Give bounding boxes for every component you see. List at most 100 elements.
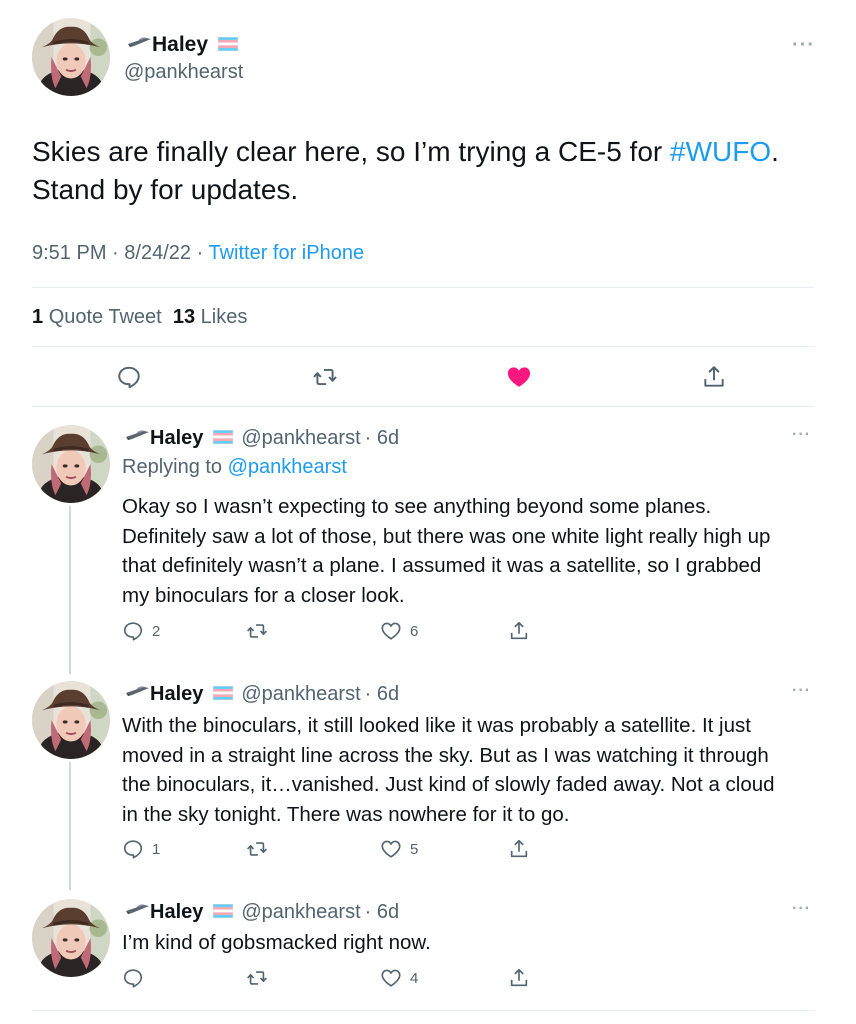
replying-to: Replying to @pankhearst xyxy=(122,456,347,479)
heart-icon xyxy=(380,838,402,860)
trans-flag-icon xyxy=(217,33,239,57)
heart-icon xyxy=(380,967,402,989)
retweet-icon xyxy=(246,620,268,642)
likes-label: Likes xyxy=(200,306,248,328)
reply-author-row: Haley @pankhearst · 6d xyxy=(122,681,399,707)
like-count: 6 xyxy=(410,622,419,640)
quote-tweets-stat[interactable]: 1 Quote Tweet xyxy=(32,306,162,328)
author-handle[interactable]: @pankhearst xyxy=(241,901,360,924)
author-handle[interactable]: @pankhearst xyxy=(241,427,360,450)
reply-text-line: With the binoculars, it still looked lik… xyxy=(122,714,751,737)
retweet-button[interactable] xyxy=(312,364,338,390)
divider xyxy=(32,346,814,347)
author-name[interactable]: Haley xyxy=(152,33,208,57)
divider xyxy=(32,1010,814,1011)
more-icon[interactable]: ··· xyxy=(792,682,811,700)
likes-count: 13 xyxy=(172,306,196,328)
meta-separator: · xyxy=(196,242,204,264)
tweet-text-body: Skies are finally clear here, so I’m try… xyxy=(32,136,671,167)
tweet-meta: 9:51 PM · 8/24/22 · Twitter for iPhone xyxy=(32,242,364,265)
tweet-source[interactable]: Twitter for iPhone xyxy=(208,242,364,264)
reply-button[interactable]: 2 xyxy=(122,620,160,642)
reply-text-line: that definitely wasn’t a plane. I assume… xyxy=(122,554,762,577)
avatar[interactable] xyxy=(32,681,110,759)
share-button[interactable] xyxy=(508,838,530,860)
reply-text: Okay so I wasn’t expecting to see anythi… xyxy=(122,492,842,610)
replying-handle-link[interactable]: @pankhearst xyxy=(228,456,347,478)
like-count: 4 xyxy=(410,969,419,987)
author-handle[interactable]: @pankhearst xyxy=(124,61,243,84)
likes-stat[interactable]: 13 Likes xyxy=(173,306,248,328)
reply-button[interactable] xyxy=(116,364,142,390)
reply-time[interactable]: · 6d xyxy=(365,901,399,924)
retweet-button[interactable] xyxy=(246,967,268,989)
tweet-text: Skies are finally clear here, so I’m try… xyxy=(32,133,832,209)
retweet-icon xyxy=(246,967,268,989)
reply-icon xyxy=(122,967,144,989)
tweet-text-end: . xyxy=(771,136,779,167)
ufo-icon xyxy=(122,425,150,451)
ufo-icon xyxy=(124,32,152,58)
replying-label: Replying to xyxy=(122,456,228,478)
like-button[interactable]: 5 xyxy=(380,838,418,860)
like-button[interactable] xyxy=(505,363,533,391)
retweet-icon xyxy=(312,364,338,390)
more-icon[interactable]: ··· xyxy=(792,900,811,918)
reply-icon xyxy=(122,620,144,642)
avatar[interactable] xyxy=(32,899,110,977)
quote-label: Quote Tweet xyxy=(48,306,162,328)
share-icon xyxy=(508,838,530,860)
author-name[interactable]: Haley xyxy=(150,427,203,450)
reply-text-line: moved in a straight line across the sky.… xyxy=(122,743,769,767)
author-name[interactable]: Haley xyxy=(150,901,203,924)
reply-text-line: in the sky tonight. There was nowhere fo… xyxy=(122,802,570,826)
reply-text-line: the binoculars, it…vanished. Just kind o… xyxy=(122,773,775,796)
share-button[interactable] xyxy=(701,364,727,390)
like-button[interactable]: 6 xyxy=(380,620,418,642)
reply-author-row: Haley @pankhearst · 6d xyxy=(122,425,399,451)
reply-icon xyxy=(116,364,142,390)
more-icon[interactable]: ··· xyxy=(792,34,815,57)
reply-text-line: Definitely saw a lot of those, but there… xyxy=(122,524,771,548)
trans-flag-icon xyxy=(213,901,234,924)
share-icon xyxy=(508,967,530,989)
tweet-date[interactable]: 8/24/22 xyxy=(124,242,191,264)
reply-button[interactable] xyxy=(122,967,144,989)
thread-line xyxy=(69,506,71,674)
reply-text-line: my binoculars for a closer look. xyxy=(122,583,405,607)
trans-flag-icon xyxy=(213,427,234,450)
quote-count: 1 xyxy=(32,306,44,328)
retweet-button[interactable] xyxy=(246,838,268,860)
like-button[interactable]: 4 xyxy=(380,967,418,989)
tweet-stats: 1 Quote Tweet 13 Likes xyxy=(32,306,247,329)
meta-separator: · xyxy=(112,242,119,264)
reply-count: 1 xyxy=(152,840,161,858)
reply-time[interactable]: · 6d xyxy=(365,683,399,706)
reply-time[interactable]: · 6d xyxy=(365,427,399,450)
reply-text: I’m kind of gobsmacked right now. xyxy=(122,928,842,958)
share-icon xyxy=(701,364,727,390)
retweet-icon xyxy=(246,838,268,860)
reply-text-line: Okay so I wasn’t expecting to see anythi… xyxy=(122,495,712,518)
retweet-button[interactable] xyxy=(246,620,268,642)
reply-text-line: I’m kind of gobsmacked right now. xyxy=(122,931,431,954)
reply-button[interactable]: 1 xyxy=(122,838,160,860)
thread-line xyxy=(69,762,71,890)
reply-text: With the binoculars, it still looked lik… xyxy=(122,711,842,829)
hashtag-link[interactable]: #WUFO xyxy=(670,136,771,167)
heart-icon xyxy=(380,620,402,642)
trans-flag-icon xyxy=(213,683,234,706)
tweet-time[interactable]: 9:51 PM xyxy=(32,242,106,264)
author-name[interactable]: Haley xyxy=(150,683,203,706)
share-button[interactable] xyxy=(508,620,530,642)
author-handle[interactable]: @pankhearst xyxy=(241,683,360,706)
reply-count: 2 xyxy=(152,622,161,640)
share-button[interactable] xyxy=(508,967,530,989)
more-icon[interactable]: ··· xyxy=(792,426,811,444)
share-icon xyxy=(508,620,530,642)
ufo-icon xyxy=(122,899,150,925)
reply-author-row: Haley @pankhearst · 6d xyxy=(122,899,399,925)
avatar[interactable] xyxy=(32,18,110,96)
tweet-text-line2: Stand by for updates. xyxy=(32,174,299,205)
avatar[interactable] xyxy=(32,425,110,503)
